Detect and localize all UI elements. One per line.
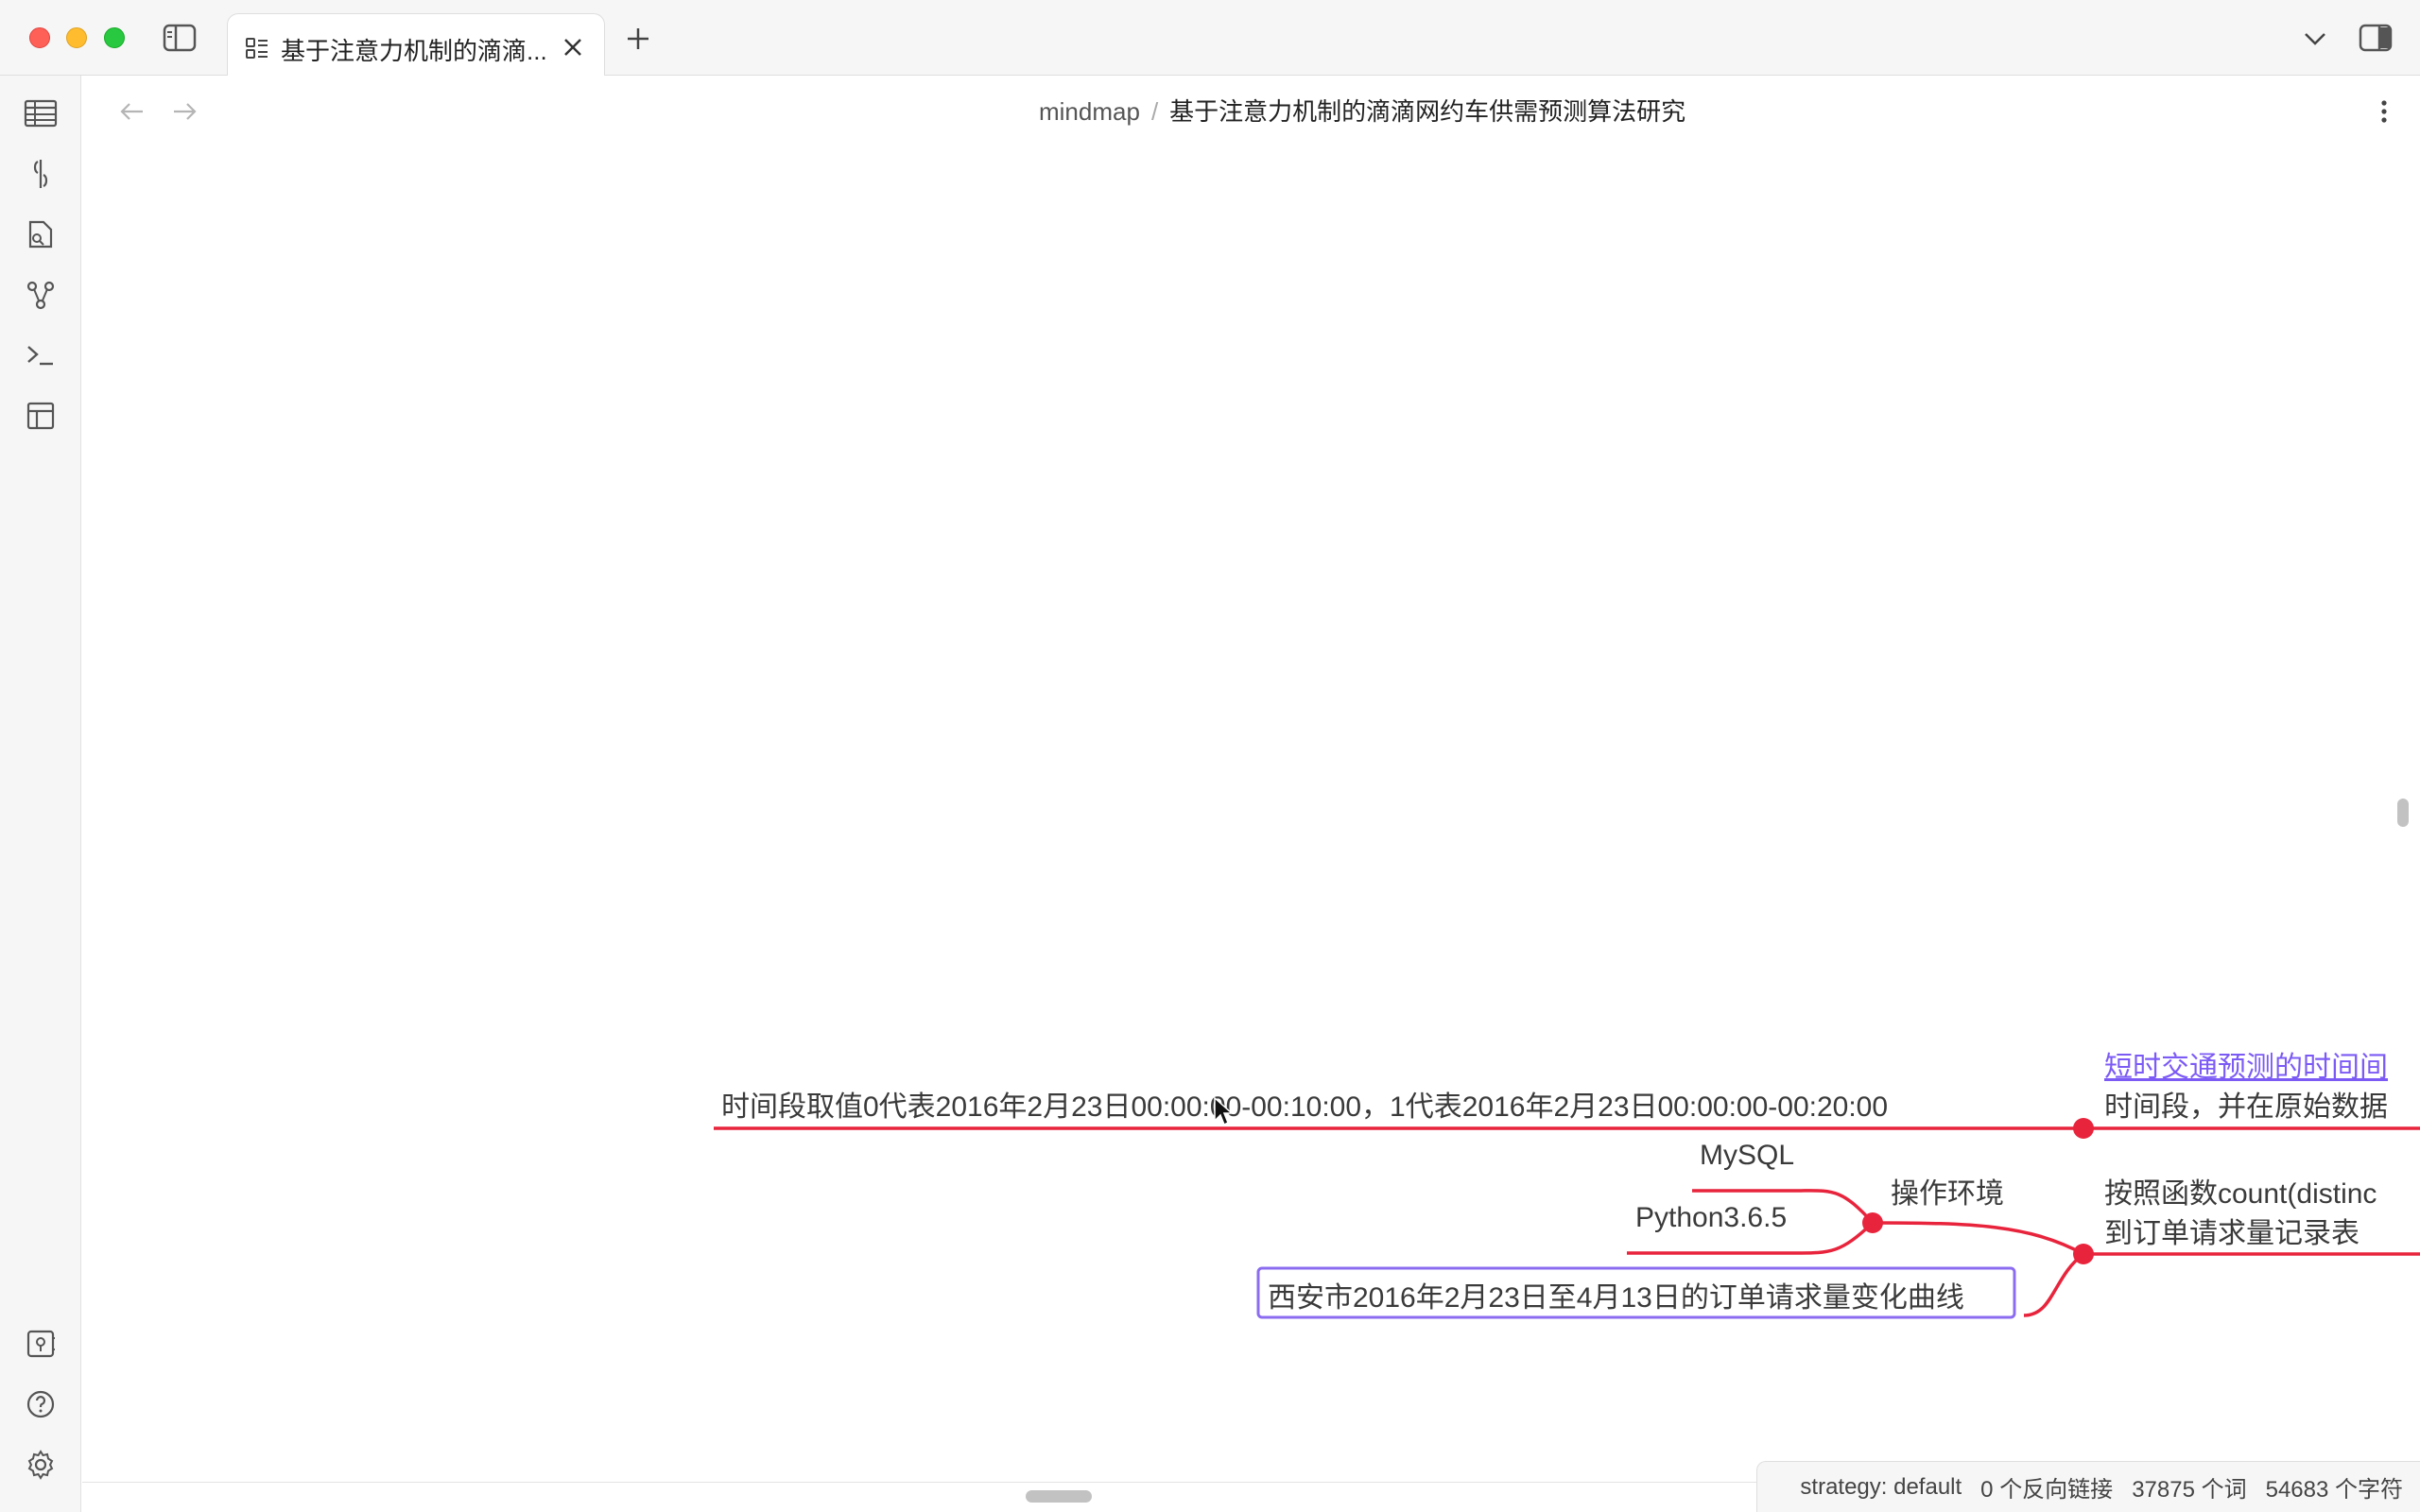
mindmap-canvas[interactable]: 时间段取值0代表2016年2月23日00:00:00-00:10:00，1代表2… xyxy=(82,147,2420,1512)
count-joint-dot xyxy=(2073,1244,2094,1264)
file-search-icon[interactable] xyxy=(22,215,60,253)
timeslot-joint-dot xyxy=(2073,1118,2094,1139)
count-node-line2[interactable]: 到订单请求量记录表 xyxy=(2104,1210,2360,1251)
right-sidebar-icon[interactable] xyxy=(2357,21,2394,55)
settings-icon[interactable] xyxy=(22,1446,60,1484)
status-word-count: 37875 个词 xyxy=(2132,1477,2247,1503)
note-icon xyxy=(243,34,271,62)
env-node[interactable]: 操作环境 xyxy=(1891,1170,2004,1211)
close-icon[interactable] xyxy=(559,33,587,61)
title-bar: 基于注意力机制的滴滴... xyxy=(0,0,2420,76)
tab-title: 基于注意力机制的滴滴... xyxy=(281,37,547,65)
timeslot-note-node[interactable]: 时间段取值0代表2016年2月23日00:00:00-00:10:00，1代表2… xyxy=(721,1083,1888,1125)
env-joint-dot xyxy=(1862,1212,1883,1233)
window-minimize-button[interactable] xyxy=(66,27,87,48)
left-ribbon xyxy=(0,76,81,1512)
view-header: mindmap / 基于注意力机制的滴滴网约车供需预测算法研究 xyxy=(82,76,2420,147)
status-backlinks[interactable]: 0 个反向链接 xyxy=(1980,1470,2113,1503)
vertical-scrollbar-thumb[interactable] xyxy=(2397,799,2409,827)
breadcrumb-folder[interactable]: mindmap xyxy=(1039,97,1140,126)
mysql-node[interactable]: MySQL xyxy=(1700,1140,1794,1172)
layout-icon[interactable] xyxy=(22,397,60,435)
status-strategy[interactable]: strategy: default xyxy=(1800,1474,1962,1501)
link-node[interactable]: 短时交通预测的时间间 xyxy=(2104,1043,2388,1085)
graph-icon[interactable] xyxy=(22,276,60,314)
forward-arrow-icon[interactable] xyxy=(167,94,201,129)
breadcrumb: mindmap / 基于注意力机制的滴滴网约车供需预测算法研究 xyxy=(1039,93,1685,128)
breadcrumb-note-title[interactable]: 基于注意力机制的滴滴网约车供需预测算法研究 xyxy=(1169,97,1685,126)
horizontal-scrollbar-thumb[interactable] xyxy=(1026,1490,1092,1503)
chevron-down-icon[interactable] xyxy=(2299,23,2331,55)
new-tab-button[interactable] xyxy=(622,23,654,55)
python-node[interactable]: Python3.6.5 xyxy=(1635,1202,1787,1234)
curve-branch-line xyxy=(2023,1252,2085,1317)
status-bar: strategy: default 0 个反向链接 37875 个词 54683… xyxy=(1756,1461,2420,1512)
plus-icon xyxy=(628,28,648,49)
terminal-icon[interactable] xyxy=(22,336,60,374)
window-maximize-button[interactable] xyxy=(104,27,125,48)
vault-icon[interactable] xyxy=(22,1325,60,1363)
curve-node[interactable]: 西安市2016年2月23日至4月13日的订单请求量变化曲线 xyxy=(1268,1274,1964,1315)
table-icon[interactable] xyxy=(22,94,60,132)
mouse-cursor-icon xyxy=(1214,1096,1234,1126)
window-close-button[interactable] xyxy=(29,27,50,48)
sidebar-toggle-icon[interactable] xyxy=(159,21,200,55)
count-node-line1[interactable]: 按照函数count(distinc xyxy=(2104,1170,2377,1211)
status-char-count: 54683 个字符 xyxy=(2265,1477,2403,1503)
mindmap-branches xyxy=(714,1118,2420,1319)
breadcrumb-separator: / xyxy=(1150,97,1159,126)
timeslot-node[interactable]: 时间段，并在原始数据 xyxy=(2104,1083,2388,1125)
link-icon[interactable] xyxy=(22,155,60,193)
back-arrow-icon[interactable] xyxy=(115,94,149,129)
more-options-icon[interactable] xyxy=(2370,94,2398,129)
tab-active-note[interactable]: 基于注意力机制的滴滴... xyxy=(227,13,605,76)
env-to-count-curve xyxy=(1872,1221,2084,1256)
help-icon[interactable] xyxy=(22,1385,60,1423)
